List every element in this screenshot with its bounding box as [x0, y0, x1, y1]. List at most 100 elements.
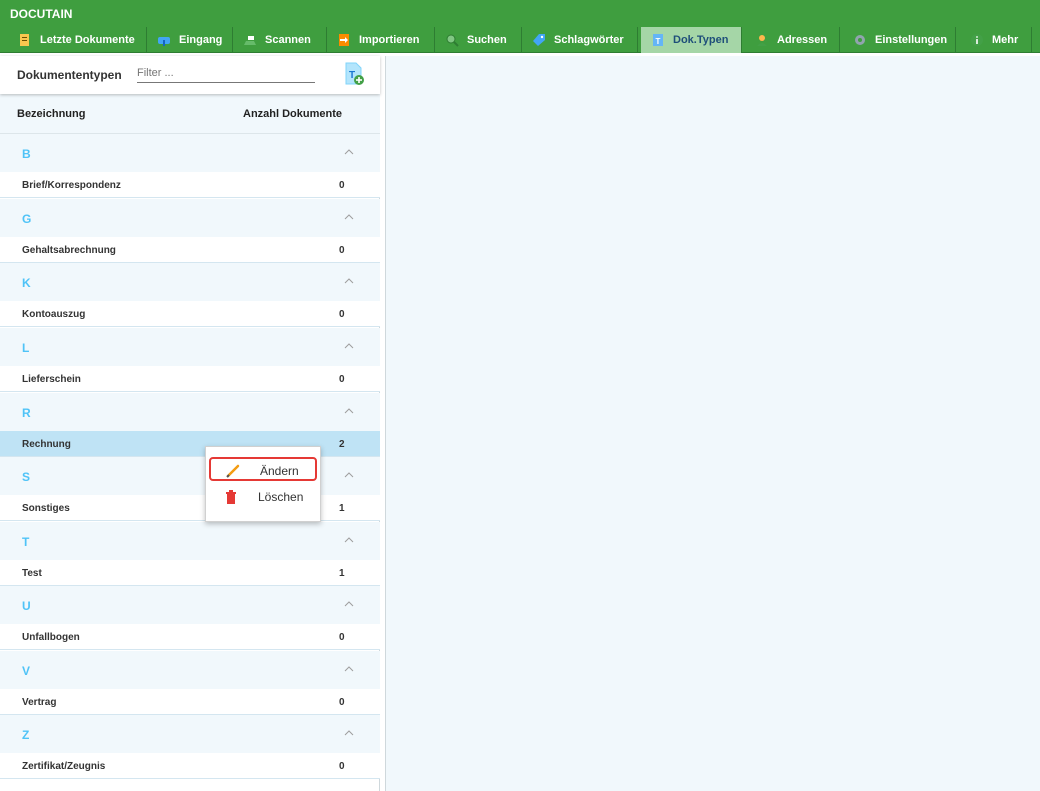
item-count: 0: [339, 309, 345, 320]
nav-label: Schlagwörter: [554, 34, 624, 46]
panel-header: Dokumententypen T: [0, 56, 380, 94]
import-icon: [339, 34, 349, 46]
nav-adressen[interactable]: Adressen: [745, 27, 840, 53]
nav-eingang[interactable]: Eingang: [147, 27, 233, 53]
column-count-header[interactable]: Anzahl Dokumente: [243, 108, 342, 120]
item-name: Vertrag: [22, 697, 57, 708]
nav-schlagwoerter[interactable]: Schlagwörter: [522, 27, 638, 53]
item-count: 0: [339, 632, 345, 643]
list-item[interactable]: Gehaltsabrechnung 0: [0, 237, 380, 263]
nav-suchen[interactable]: Suchen: [435, 27, 522, 53]
group-g: G Gehaltsabrechnung 0: [0, 199, 380, 264]
app-title: DOCUTAIN: [10, 7, 73, 21]
document-types-panel: Dokumententypen T Bezeichnung Anzahl Dok…: [0, 56, 380, 791]
nav-scannen[interactable]: Scannen: [233, 27, 327, 53]
group-t: T Test 1: [0, 522, 380, 587]
chevron-up-icon: [344, 214, 354, 220]
filter-input[interactable]: [137, 63, 315, 83]
group-v: V Vertrag 0: [0, 651, 380, 716]
item-name: Test: [22, 568, 42, 579]
group-header[interactable]: L: [0, 328, 380, 366]
item-count: 0: [339, 761, 345, 772]
group-header[interactable]: Z: [0, 715, 380, 753]
menu-item-loeschen[interactable]: Löschen: [209, 485, 317, 509]
chevron-up-icon: [344, 730, 354, 736]
item-count: 0: [339, 374, 345, 385]
group-b: B Brief/Korrespondenz 0: [0, 134, 380, 199]
group-k: K Kontoauszug 0: [0, 263, 380, 328]
chevron-up-icon: [344, 472, 354, 478]
group-letter: V: [22, 664, 31, 678]
nav-label: Adressen: [777, 34, 828, 46]
list-item[interactable]: Sonstiges 1: [0, 495, 380, 521]
item-name: Kontoauszug: [22, 309, 86, 320]
group-header[interactable]: G: [0, 199, 380, 237]
group-header[interactable]: K: [0, 263, 380, 301]
nav-label: Scannen: [265, 34, 311, 46]
item-name: Sonstiges: [22, 503, 70, 514]
list-item[interactable]: Unfallbogen 0: [0, 624, 380, 650]
chevron-up-icon: [344, 278, 354, 284]
title-bar: DOCUTAIN: [0, 0, 1040, 27]
item-count: 2: [339, 439, 345, 450]
list-item[interactable]: Test 1: [0, 560, 380, 586]
nav-dok-typen[interactable]: T Dok.Typen: [641, 27, 742, 53]
person-icon: [757, 35, 767, 46]
info-icon: [971, 34, 983, 46]
group-letter: R: [22, 406, 31, 420]
menu-item-aendern[interactable]: Ändern: [209, 457, 317, 481]
item-name: Lieferschein: [22, 374, 81, 385]
nav-label: Mehr: [992, 34, 1019, 46]
panel-title: Dokumententypen: [17, 68, 122, 82]
group-header[interactable]: B: [0, 134, 380, 172]
nav-importieren[interactable]: Importieren: [327, 27, 435, 53]
item-count: 0: [339, 180, 345, 191]
nav-label: Eingang: [179, 34, 223, 46]
group-letter: L: [22, 341, 30, 355]
group-header[interactable]: S: [0, 457, 380, 495]
group-letter: K: [22, 276, 31, 290]
list-item[interactable]: Brief/Korrespondenz 0: [0, 172, 380, 198]
group-l: L Lieferschein 0: [0, 328, 380, 393]
recent-documents-icon: [20, 34, 29, 46]
list-item[interactable]: Lieferschein 0: [0, 366, 380, 392]
nav-einstellungen[interactable]: Einstellungen: [843, 27, 956, 53]
group-header[interactable]: U: [0, 586, 380, 624]
group-header[interactable]: V: [0, 651, 380, 689]
group-letter: U: [22, 599, 31, 613]
nav-letzte-dokumente[interactable]: Letzte Dokumente: [8, 27, 147, 53]
chevron-up-icon: [344, 149, 354, 155]
chevron-up-icon: [344, 408, 354, 414]
group-r: R Rechnung 2: [0, 393, 380, 458]
add-document-type-icon[interactable]: T: [343, 62, 365, 86]
list-item[interactable]: Vertrag 0: [0, 689, 380, 715]
context-menu: Ändern Löschen: [205, 446, 321, 522]
list-item-selected[interactable]: Rechnung 2: [0, 431, 380, 457]
nav-label: Importieren: [359, 34, 420, 46]
search-icon: [446, 34, 459, 47]
nav-label: Letzte Dokumente: [40, 34, 135, 46]
group-letter: S: [22, 470, 31, 484]
nav-mehr[interactable]: Mehr: [960, 27, 1032, 53]
group-header[interactable]: T: [0, 522, 380, 560]
item-name: Gehaltsabrechnung: [22, 245, 116, 256]
column-header: Bezeichnung Anzahl Dokumente: [0, 94, 380, 134]
list-item[interactable]: Kontoauszug 0: [0, 301, 380, 327]
nav-label: Dok.Typen: [673, 34, 729, 46]
gear-icon: [855, 35, 865, 45]
pencil-icon: [226, 464, 240, 478]
item-name: Zertifikat/Zeugnis: [22, 761, 106, 772]
list-item[interactable]: Zertifikat/Zeugnis 0: [0, 753, 380, 779]
group-letter: G: [22, 212, 32, 226]
chevron-up-icon: [344, 537, 354, 543]
item-name: Brief/Korrespondenz: [22, 180, 121, 191]
item-count: 0: [339, 697, 345, 708]
group-header[interactable]: R: [0, 393, 380, 431]
group-s: S Sonstiges 1: [0, 457, 380, 522]
column-name-header[interactable]: Bezeichnung: [17, 108, 85, 120]
item-name: Rechnung: [22, 439, 71, 450]
group-letter: T: [22, 535, 30, 549]
nav-label: Einstellungen: [875, 34, 948, 46]
group-letter: Z: [22, 728, 30, 742]
nav-label: Suchen: [467, 34, 507, 46]
